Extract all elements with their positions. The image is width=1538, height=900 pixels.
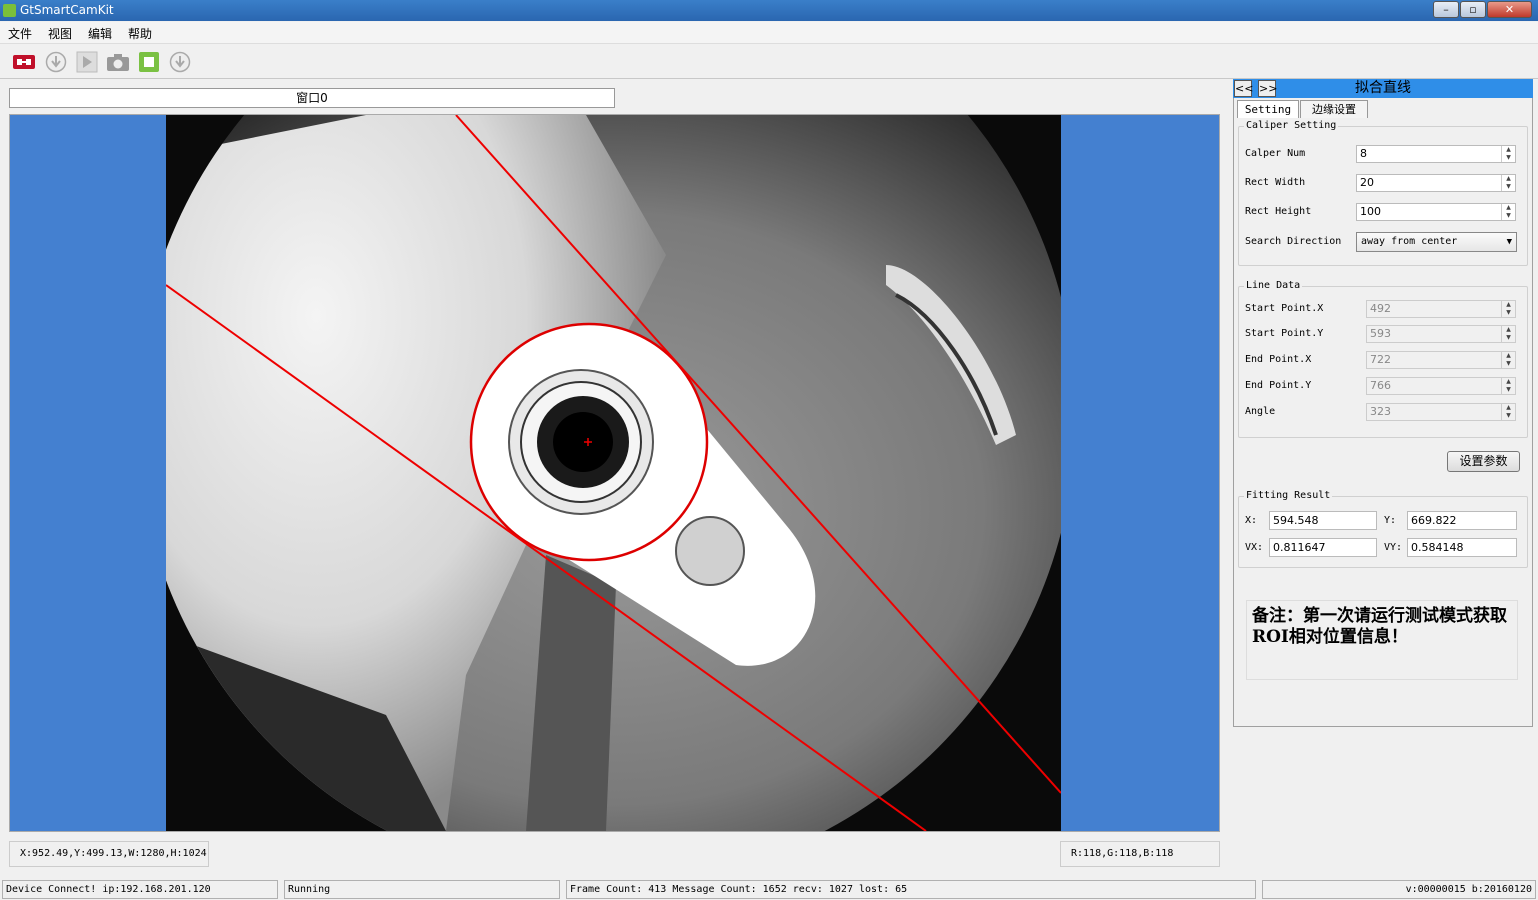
connect-icon[interactable]	[12, 51, 35, 73]
start-x-input: 492 ▲ ▼	[1366, 300, 1516, 318]
tab-setting[interactable]: Setting	[1237, 100, 1299, 118]
note-text: 备注：第一次请运行测试模式获取ROI相对位置信息！	[1246, 600, 1518, 680]
camera-image[interactable]	[166, 115, 1061, 831]
end-y-label: End Point.Y	[1245, 380, 1312, 391]
minimize-button[interactable]: –	[1433, 1, 1459, 18]
rect-height-input[interactable]: 100 ▲ ▼	[1356, 203, 1516, 221]
maximize-button[interactable]: ▫	[1460, 1, 1486, 18]
rect-width-input[interactable]: 20 ▲ ▼	[1356, 174, 1516, 192]
fit-vx-label: VX:	[1245, 542, 1264, 553]
caliper-setting-title: Caliper Setting	[1244, 120, 1339, 131]
calper-num-label: Calper Num	[1245, 148, 1306, 159]
status-state: Running	[284, 880, 560, 899]
stop-icon[interactable]	[137, 51, 160, 73]
title-bar: GtSmartCamKit – ▫ ✕	[0, 0, 1538, 21]
panel-prev-button[interactable]: <<	[1234, 80, 1253, 97]
menu-view[interactable]: 视图	[48, 25, 72, 42]
start-y-label: Start Point.Y	[1245, 328, 1324, 339]
set-params-button[interactable]: 设置参数	[1447, 451, 1520, 472]
toolbar	[0, 45, 1538, 79]
pixel-rgb: R:118,G:118,B:118	[1060, 841, 1220, 867]
spin-arrows-icon: ▲ ▼	[1501, 352, 1515, 368]
menu-edit[interactable]: 编辑	[88, 25, 112, 42]
close-button[interactable]: ✕	[1487, 1, 1532, 18]
end-x-input: 722 ▲ ▼	[1366, 351, 1516, 369]
calper-num-input[interactable]: 8 ▲ ▼	[1356, 145, 1516, 163]
menu-file[interactable]: 文件	[8, 25, 32, 42]
fit-y-field[interactable]: 669.822	[1407, 511, 1517, 530]
tab-window0[interactable]: 窗口0	[9, 88, 615, 108]
angle-label: Angle	[1245, 406, 1276, 417]
panel-title: 拟合直线	[1233, 79, 1533, 98]
start-x-label: Start Point.X	[1245, 303, 1324, 314]
fit-x-label: X:	[1245, 515, 1258, 526]
fit-vy-field[interactable]: 0.584148	[1407, 538, 1517, 557]
fit-vy-label: VY:	[1384, 542, 1403, 553]
app-icon	[3, 4, 16, 17]
fit-y-label: Y:	[1384, 515, 1397, 526]
status-device: Device Connect! ip:192.168.201.120	[2, 880, 278, 899]
spin-arrows-icon: ▲ ▼	[1501, 326, 1515, 342]
spin-arrows-icon[interactable]: ▲ ▼	[1501, 175, 1515, 191]
tab-edge-settings[interactable]: 边缘设置	[1300, 100, 1368, 118]
end-x-label: End Point.X	[1245, 354, 1312, 365]
spin-arrows-icon: ▲ ▼	[1501, 301, 1515, 317]
window-title: GtSmartCamKit	[20, 3, 114, 17]
spin-arrows-icon[interactable]: ▲ ▼	[1501, 146, 1515, 162]
fitting-result-title: Fitting Result	[1244, 490, 1333, 501]
search-direction-label: Search Direction	[1245, 236, 1342, 247]
download-icon[interactable]	[44, 51, 67, 73]
camera-icon[interactable]	[106, 51, 129, 73]
menu-bar: 文件 视图 编辑 帮助	[0, 22, 1538, 44]
download-alt-icon[interactable]	[168, 51, 191, 73]
status-frames: Frame Count: 413 Message Count: 1652 rec…	[566, 880, 1256, 899]
end-y-input: 766 ▲ ▼	[1366, 377, 1516, 395]
angle-input: 323 ▲ ▼	[1366, 403, 1516, 421]
start-y-input: 593 ▲ ▼	[1366, 325, 1516, 343]
cursor-coords: X:952.49,Y:499.13,W:1280,H:1024	[9, 841, 209, 867]
fitting-result-group	[1238, 496, 1528, 568]
spin-arrows-icon: ▲ ▼	[1501, 378, 1515, 394]
fit-x-field[interactable]: 594.548	[1269, 511, 1377, 530]
fit-vx-field[interactable]: 0.811647	[1269, 538, 1377, 557]
status-version: v:00000015 b:20160120	[1262, 880, 1536, 899]
chevron-down-icon: ▼	[1506, 237, 1512, 247]
spin-arrows-icon: ▲ ▼	[1501, 404, 1515, 420]
spin-arrows-icon[interactable]: ▲ ▼	[1501, 204, 1515, 220]
play-icon[interactable]	[75, 51, 98, 73]
panel-next-button[interactable]: >>	[1258, 80, 1277, 97]
search-direction-select[interactable]: away from center ▼	[1356, 232, 1517, 252]
line-data-title: Line Data	[1244, 280, 1303, 291]
menu-help[interactable]: 帮助	[128, 25, 152, 42]
rect-width-label: Rect Width	[1245, 177, 1306, 188]
rect-height-label: Rect Height	[1245, 206, 1312, 217]
